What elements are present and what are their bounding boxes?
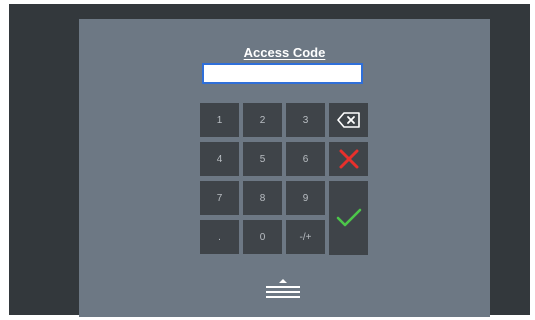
key-6[interactable]: 6	[286, 142, 325, 176]
key-8[interactable]: 8	[243, 181, 282, 215]
key-3[interactable]: 3	[286, 103, 325, 137]
access-code-dialog: Access Code 1 2 3 4 5 6 7 8 9 . 0 -/+	[79, 19, 490, 317]
key-5[interactable]: 5	[243, 142, 282, 176]
key-0[interactable]: 0	[243, 220, 282, 254]
key-sign[interactable]: -/+	[286, 220, 325, 254]
key-label: 4	[216, 153, 223, 165]
backspace-icon	[336, 112, 360, 128]
key-2[interactable]: 2	[243, 103, 282, 137]
key-label: 0	[259, 231, 266, 243]
clear-button[interactable]	[329, 142, 368, 176]
eject-icon	[266, 279, 300, 298]
key-9[interactable]: 9	[286, 181, 325, 215]
key-label: -/+	[299, 231, 312, 243]
key-label: .	[218, 231, 221, 243]
key-7[interactable]: 7	[200, 181, 239, 215]
key-label: 1	[216, 114, 223, 126]
checkmark-icon	[336, 208, 361, 227]
key-label: 5	[259, 153, 266, 165]
key-decimal[interactable]: .	[200, 220, 239, 254]
key-label: 6	[302, 153, 309, 165]
key-label: 9	[302, 192, 309, 204]
close-icon	[339, 149, 358, 169]
app-screen: Access Code 1 2 3 4 5 6 7 8 9 . 0 -/+	[9, 4, 530, 317]
key-4[interactable]: 4	[200, 142, 239, 176]
backspace-button[interactable]	[329, 103, 368, 137]
key-1[interactable]: 1	[200, 103, 239, 137]
key-label: 2	[259, 114, 266, 126]
collapse-keypad-button[interactable]	[265, 278, 301, 302]
key-label: 8	[259, 192, 266, 204]
key-label: 3	[302, 114, 309, 126]
dialog-title: Access Code	[243, 45, 326, 60]
access-code-input[interactable]	[202, 63, 363, 84]
key-label: 7	[216, 192, 223, 204]
enter-button[interactable]	[329, 181, 368, 255]
